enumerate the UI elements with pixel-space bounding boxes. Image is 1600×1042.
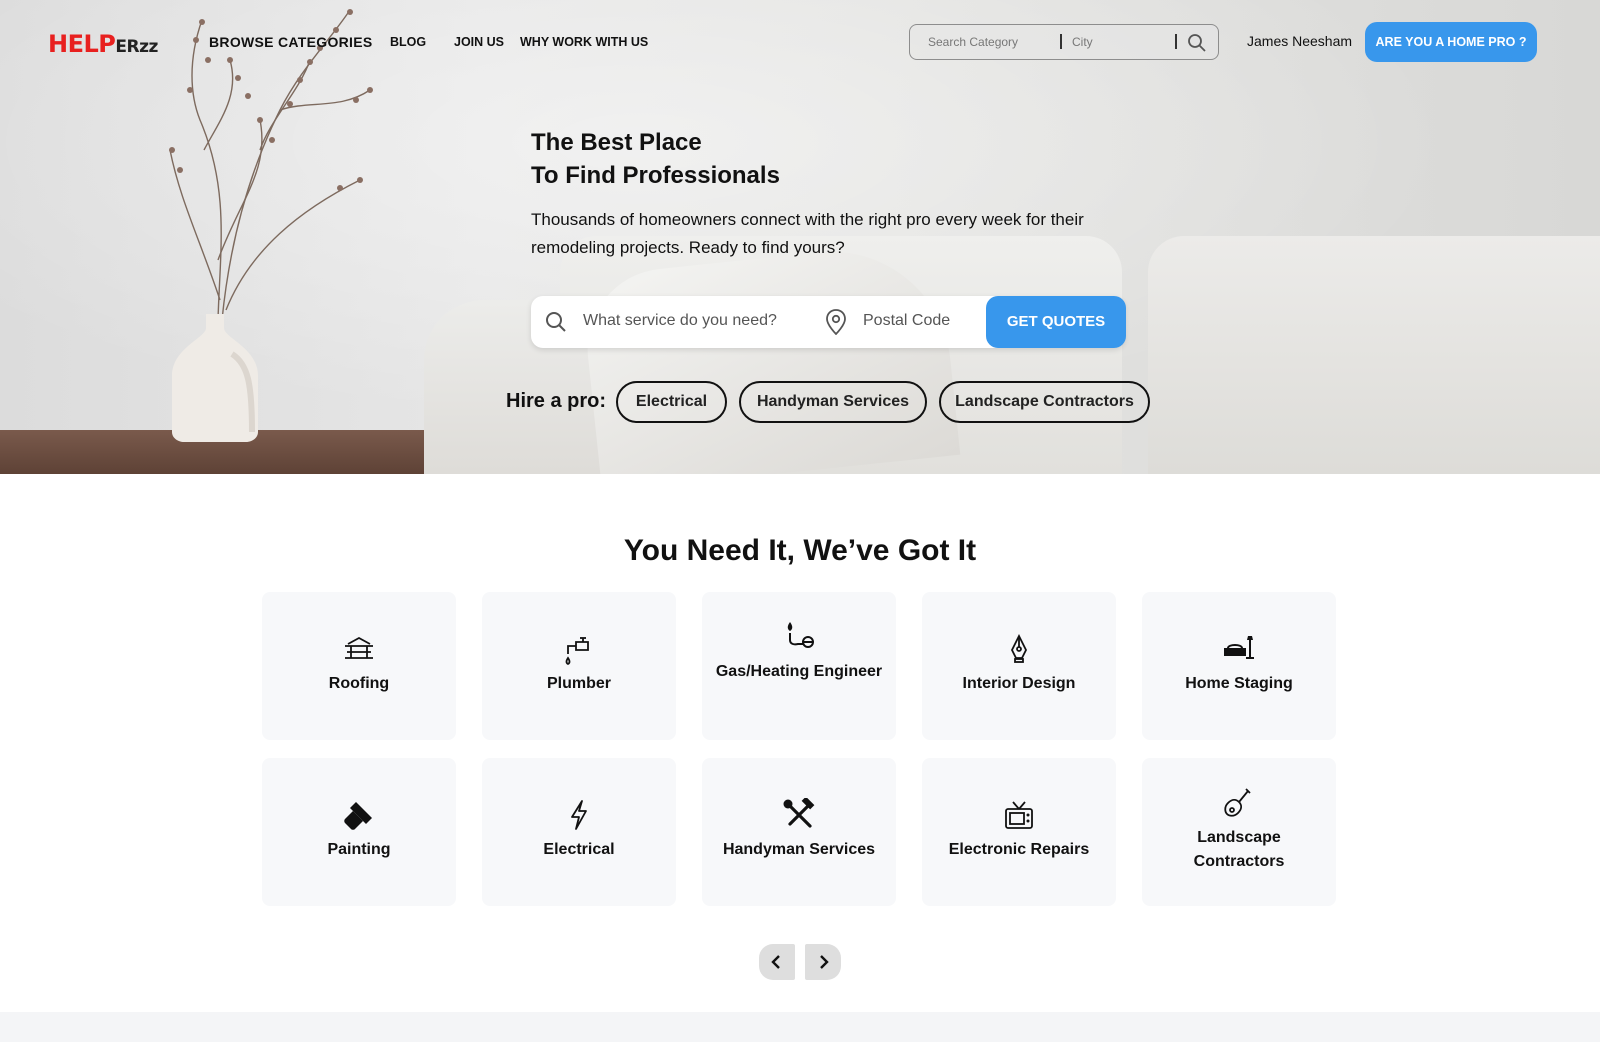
chip-landscape-contractors[interactable]: Landscape Contractors <box>939 381 1150 423</box>
search-divider <box>1175 34 1177 49</box>
logo-tail-text: ERzz <box>115 37 158 57</box>
faucet-icon <box>565 637 589 666</box>
user-name[interactable]: James Neesham <box>1247 33 1352 49</box>
service-card-label: Roofing <box>328 675 390 692</box>
gas-flame-icon <box>787 622 814 648</box>
lightning-icon <box>571 800 587 830</box>
logo-main-text: HELP <box>48 30 116 58</box>
nav-blog[interactable]: BLOG <box>390 35 426 49</box>
home-pro-button[interactable]: ARE YOU A HOME PRO ? <box>1365 22 1537 62</box>
nav-browse-categories[interactable]: BROWSE CATEGORIES <box>209 34 373 50</box>
chevron-left-icon <box>771 955 780 969</box>
postal-code-input[interactable]: Postal Code <box>863 312 950 330</box>
service-card-interior-design[interactable]: Interior Design <box>922 592 1116 740</box>
search-icon[interactable] <box>1187 33 1207 53</box>
nav-why-work-with-us[interactable]: WHY WORK WITH US <box>520 35 648 49</box>
search-divider <box>1060 34 1062 49</box>
service-card-roofing[interactable]: Roofing <box>262 592 456 740</box>
carousel-next-button[interactable] <box>805 944 841 980</box>
hero-title-line2: To Find Professionals <box>531 162 780 189</box>
nav-join-us[interactable]: JOIN US <box>454 35 504 49</box>
hammer-wrench-icon <box>783 798 815 828</box>
service-card-label: Home Staging <box>1185 675 1293 692</box>
footer-band <box>0 1012 1600 1042</box>
pen-nib-icon <box>1010 633 1028 663</box>
service-card-label: Handyman Services <box>722 841 876 858</box>
sofa-pillow <box>579 239 961 474</box>
service-card-plumber[interactable]: Plumber <box>482 592 676 740</box>
chevron-right-icon <box>820 955 829 969</box>
chip-electrical[interactable]: Electrical <box>616 381 727 423</box>
hire-a-pro-label: Hire a pro: <box>506 390 607 412</box>
header-search-category-input[interactable]: Search Category <box>928 35 1018 49</box>
header-search-city-input[interactable]: City <box>1072 35 1093 49</box>
sofa-backrest-right <box>1148 236 1600 474</box>
get-quotes-button[interactable]: GET QUOTES <box>986 296 1126 348</box>
header-search: Search Category City <box>909 24 1219 60</box>
tv-icon <box>1005 801 1033 829</box>
service-card-gas-heating[interactable]: Gas/Heating Engineer <box>702 592 896 740</box>
service-card-electronic-repairs[interactable]: Electronic Repairs <box>922 758 1116 906</box>
chip-handyman-services[interactable]: Handyman Services <box>739 381 927 423</box>
service-card-home-staging[interactable]: Home Staging <box>1142 592 1336 740</box>
service-card-handyman[interactable]: Handyman Services <box>702 758 896 906</box>
service-card-label: Painting <box>327 841 391 858</box>
service-card-painting[interactable]: Painting <box>262 758 456 906</box>
hero-search-bar: What service do you need? Postal Code GE… <box>531 296 1126 348</box>
service-card-label: Plumber <box>546 675 611 692</box>
shovel-icon <box>1224 788 1251 817</box>
service-card-electrical[interactable]: Electrical <box>482 758 676 906</box>
hero-title: The Best Place To Find Professionals <box>531 126 780 192</box>
service-card-label: Gas/Heating Engineer <box>715 663 883 680</box>
search-icon <box>546 312 566 332</box>
service-card-label: Interior Design <box>962 675 1076 692</box>
hero-title-line1: The Best Place <box>531 129 702 156</box>
carousel-prev-button[interactable] <box>759 944 795 980</box>
service-card-label: Landscape Contractors <box>1193 829 1285 870</box>
service-input[interactable]: What service do you need? <box>583 312 777 330</box>
hero-subtitle: Thousands of homeowners connect with the… <box>531 210 1084 257</box>
service-card-label: Electronic Repairs <box>948 841 1090 858</box>
service-card-landscape[interactable]: Landscape Contractors <box>1142 758 1336 906</box>
location-pin-icon <box>826 309 846 335</box>
sofa-lamp-icon <box>1224 636 1254 659</box>
services-section-title: You Need It, We’ve Got It <box>623 534 977 567</box>
white-vase <box>172 314 258 442</box>
roof-icon <box>345 636 373 659</box>
helperzz-logo[interactable]: HELPERzz <box>48 30 158 58</box>
service-card-label: Electrical <box>543 841 615 858</box>
paint-roller-icon <box>344 802 372 830</box>
